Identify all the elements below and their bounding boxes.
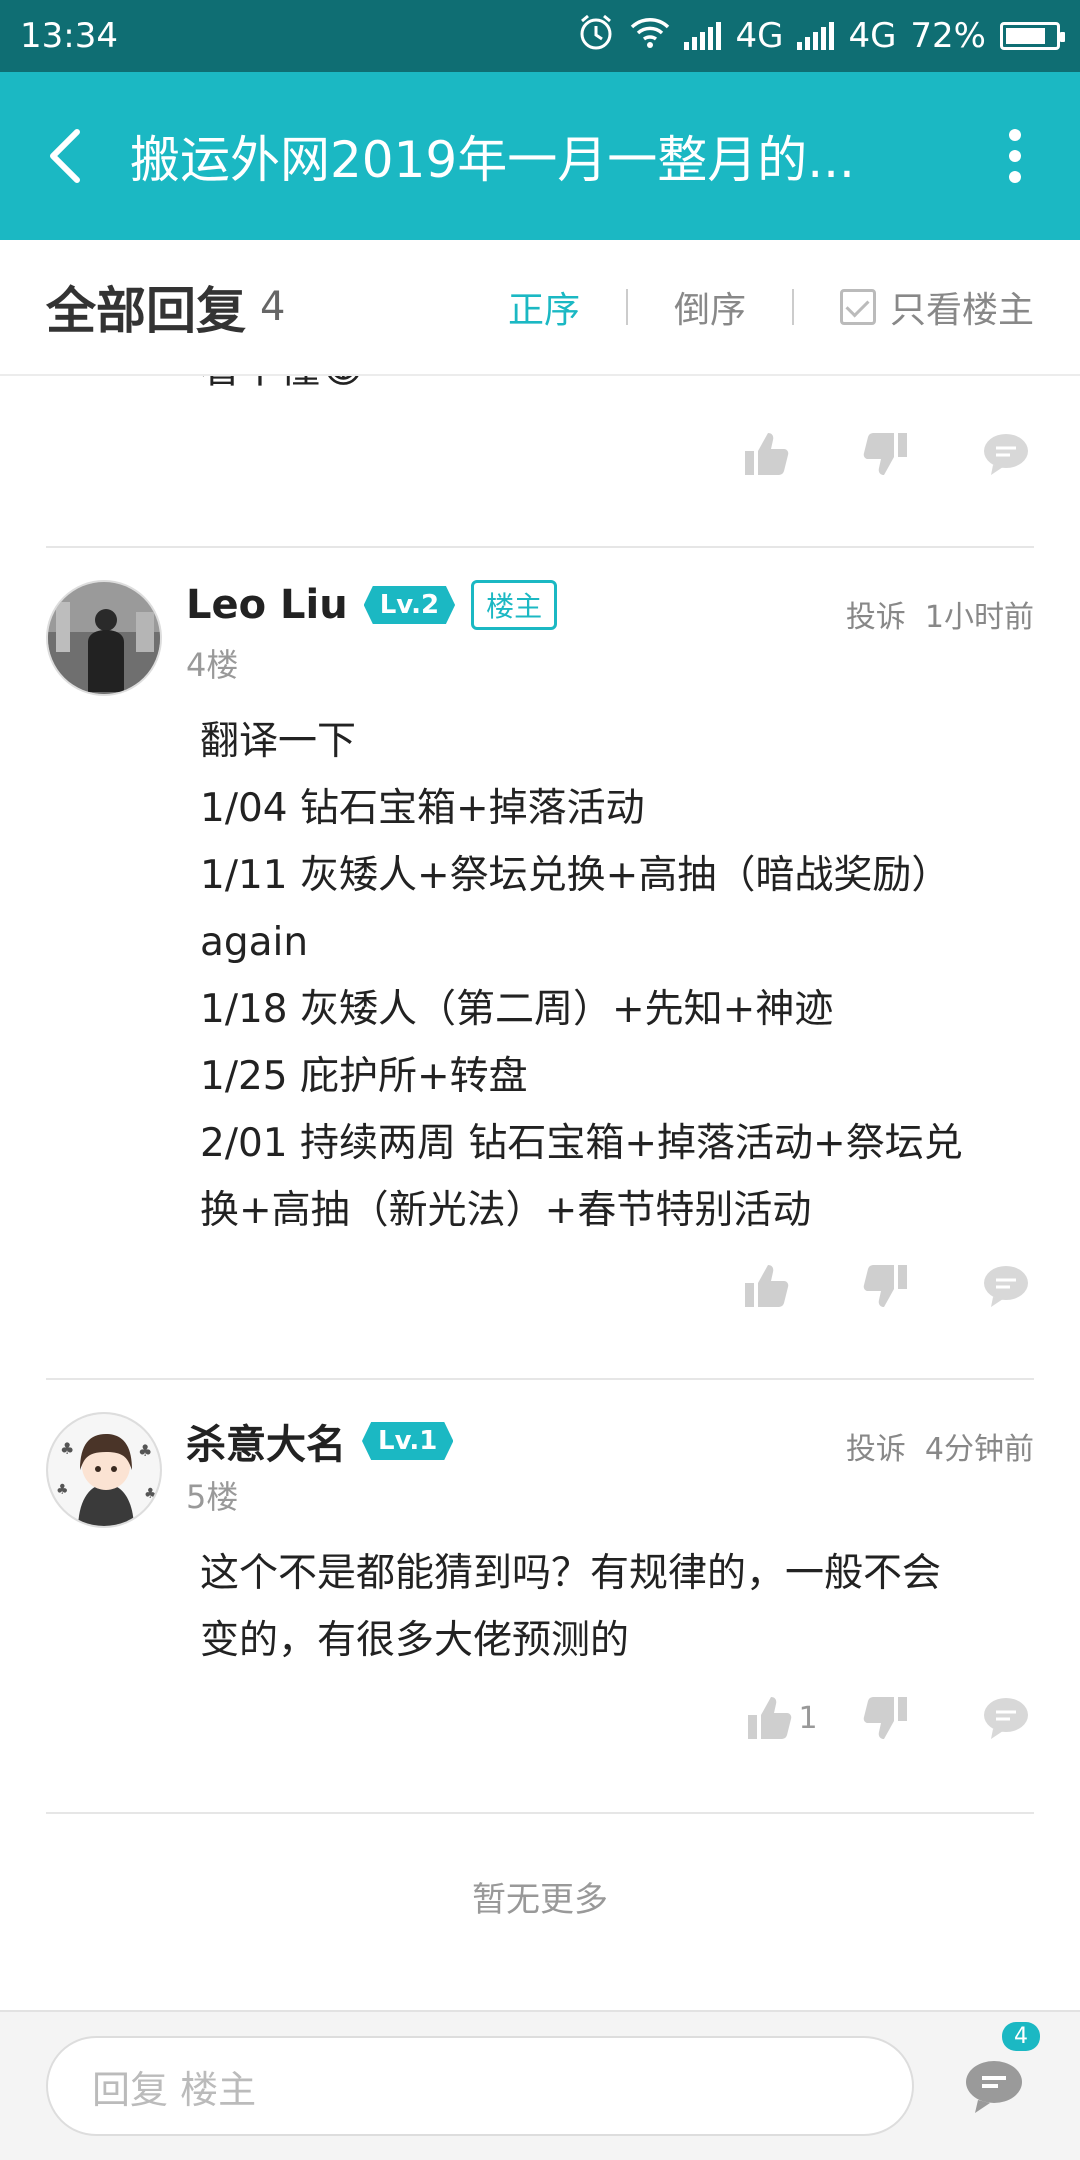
comment-icon: [984, 1266, 1028, 1307]
reply-count: 4: [260, 284, 286, 330]
post-meta: 投诉 4分钟前: [846, 1424, 1034, 1468]
level-badge: Lv.1: [362, 1422, 454, 1460]
divider: [625, 289, 628, 325]
post-line: 1/11 灰矮人+祭坛兑换+高抽（暗战奖励）: [200, 853, 951, 898]
author-row: 杀意大名 Lv.1: [186, 1412, 454, 1470]
checkbox-icon[interactable]: [839, 289, 876, 325]
post-time: 4分钟前: [924, 1432, 1034, 1467]
thumbs-down-icon: [863, 1697, 907, 1739]
post-line: 1/18 灰矮人（第二周）+先知+神迹: [200, 987, 834, 1032]
sort-ascending-button[interactable]: 正序: [508, 281, 580, 333]
battery-icon: [1000, 22, 1065, 50]
replies-header: 全部回复 4 正序 倒序 只看楼主: [0, 240, 1080, 376]
status-time: 13:34: [20, 16, 118, 56]
comment-icon: [984, 1698, 1028, 1739]
comment-actions: 1: [676, 1688, 1036, 1748]
like-button[interactable]: [736, 424, 796, 484]
svg-text:♣: ♣: [60, 1439, 74, 1458]
divider: [46, 546, 1034, 548]
network-type-2: 4G: [848, 16, 897, 56]
all-replies-title: 全部回复: [46, 282, 246, 340]
svg-text:♣: ♣: [144, 1486, 157, 1502]
floor-number: 4楼: [186, 646, 239, 684]
reply-button[interactable]: [976, 1688, 1036, 1748]
battery-percent: 72%: [910, 16, 986, 56]
comment-icon: [984, 434, 1028, 475]
level-badge: Lv.2: [363, 586, 456, 624]
more-options-button[interactable]: [950, 72, 1080, 240]
divider: [46, 1812, 1034, 1814]
author-row: Leo Liu Lv.2 楼主: [186, 580, 558, 630]
post-line: 变的，有很多大佬预测的: [200, 1618, 630, 1663]
thumbs-up-icon: [745, 1265, 789, 1307]
reply-button[interactable]: [976, 424, 1036, 484]
signal-icon: [684, 22, 722, 50]
avatar[interactable]: ♣ ♣ ♣ ♣: [46, 1412, 162, 1528]
wifi-icon: [630, 15, 670, 58]
thumbs-up-icon: [745, 433, 789, 475]
post-content: 翻译一下 1/04 钻石宝箱+掉落活动 1/11 灰矮人+祭坛兑换+高抽（暗战奖…: [200, 708, 1020, 1244]
post-line: 翻译一下: [200, 719, 357, 764]
thumbs-down-icon: [863, 1265, 907, 1307]
status-bar: 13:34 4G 4G 72%: [0, 0, 1080, 72]
dislike-button[interactable]: [856, 424, 916, 484]
op-badge: 楼主: [471, 580, 558, 630]
app-bar: 搬运外网2019年一月一整月的...: [0, 72, 1080, 240]
sort-descending-button[interactable]: 倒序: [674, 281, 746, 333]
alarm-icon: [576, 12, 616, 61]
network-type-1: 4G: [735, 16, 784, 56]
chevron-left-icon: [50, 129, 80, 183]
no-more-text: 暂无更多: [472, 1880, 608, 1920]
post-line: 换+高抽（新光法）+春节特别活动: [200, 1188, 812, 1233]
page-title: 搬运外网2019年一月一整月的...: [130, 131, 855, 189]
like-count: 1: [798, 1700, 818, 1736]
replies-list[interactable]: 看不懂😂 Leo Liu Lv.2 楼主 投诉 1小时前 4楼 翻译一下 1: [0, 376, 1080, 2010]
comment-actions: [676, 424, 1036, 484]
bottom-bar: 回复 楼主 4: [0, 2010, 1080, 2160]
report-button[interactable]: 投诉: [846, 600, 906, 635]
dislike-button[interactable]: [856, 1688, 916, 1748]
post-line: 1/04 钻石宝箱+掉落活动: [200, 786, 645, 831]
more-vertical-icon: [1009, 129, 1021, 183]
author-name[interactable]: 杀意大名: [186, 1412, 346, 1470]
report-button[interactable]: 投诉: [846, 1432, 906, 1467]
post-line: 2/01 持续两周 钻石宝箱+掉落活动+祭坛兑: [200, 1121, 963, 1166]
comment-actions: [676, 1256, 1036, 1316]
author-name[interactable]: Leo Liu: [186, 582, 348, 628]
like-button[interactable]: [736, 1256, 796, 1316]
back-button[interactable]: [0, 72, 130, 240]
dislike-button[interactable]: [856, 1256, 916, 1316]
reply-input[interactable]: 回复 楼主: [46, 2036, 914, 2136]
reply-placeholder: 回复 楼主: [92, 2067, 257, 2112]
thumbs-down-icon: [863, 433, 907, 475]
like-button[interactable]: 1: [736, 1688, 826, 1748]
post-content: 这个不是都能猜到吗？有规律的，一般不会 变的，有很多大佬预测的: [200, 1540, 1020, 1674]
only-op-toggle[interactable]: 只看楼主: [890, 281, 1034, 333]
divider: [791, 289, 794, 325]
divider: [46, 1378, 1034, 1380]
comments-button[interactable]: 4: [954, 2022, 1040, 2126]
post-meta: 投诉 1小时前: [846, 592, 1034, 636]
signal-icon-2: [797, 22, 835, 50]
floor-number: 5楼: [186, 1478, 239, 1516]
comment-icon: [966, 2061, 1022, 2113]
comment-count-badge: 4: [1002, 2022, 1040, 2051]
post-line: 1/25 庇护所+转盘: [200, 1054, 528, 1099]
post-time: 1小时前: [924, 600, 1034, 635]
svg-text:♣: ♣: [56, 1482, 69, 1498]
post-line: again: [200, 920, 309, 965]
reply-button[interactable]: [976, 1256, 1036, 1316]
svg-text:♣: ♣: [138, 1441, 152, 1460]
thumbs-up-icon: [748, 1697, 792, 1739]
avatar[interactable]: [46, 580, 162, 696]
post-line: 这个不是都能猜到吗？有规律的，一般不会: [200, 1551, 942, 1596]
partial-comment-text: 看不懂😂: [200, 376, 367, 394]
